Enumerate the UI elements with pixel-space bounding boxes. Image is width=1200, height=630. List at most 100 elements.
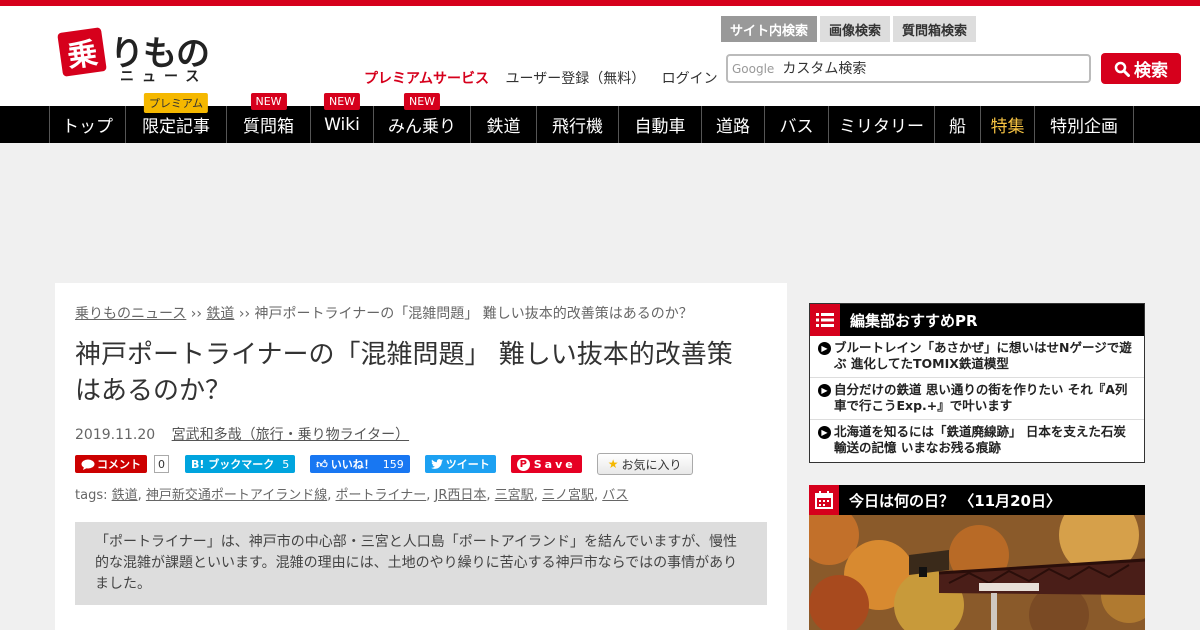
google-label: Google bbox=[732, 61, 775, 76]
nav-label: Wiki bbox=[324, 114, 360, 135]
social-buttons: コメント 0 B! ブックマーク 5 👍︎ いいね！ 159 ツイート P Sa… bbox=[75, 453, 693, 475]
tab-image-search[interactable]: 画像検索 bbox=[820, 16, 891, 42]
search-tabs: サイト内検索 画像検索 質問箱検索 bbox=[721, 16, 977, 42]
site-logo[interactable]: 乗 りもの ニュース bbox=[57, 26, 230, 86]
nav-item-road[interactable]: 道路 bbox=[701, 106, 764, 143]
nav-label: 飛行機 bbox=[552, 117, 603, 137]
pinterest-save-button[interactable]: P Save bbox=[510, 455, 582, 473]
breadcrumb-separator: ›› bbox=[238, 306, 251, 322]
user-register-link[interactable]: ユーザー登録（無料） bbox=[505, 71, 645, 87]
nav-label: ミリタリー bbox=[839, 117, 924, 137]
nav-item-bus[interactable]: バス bbox=[764, 106, 828, 143]
nav-item-airplane[interactable]: 飛行機 bbox=[536, 106, 618, 143]
hatena-count: 5 bbox=[282, 457, 290, 471]
article-meta: 2019.11.20 宮武和多哉（旅行・乗り物ライター） bbox=[75, 424, 409, 444]
search-button-label: 検索 bbox=[1134, 61, 1168, 81]
breadcrumb-home[interactable]: 乗りものニュース bbox=[75, 306, 186, 322]
ad-space bbox=[0, 143, 1200, 283]
nav-label: 船 bbox=[949, 117, 966, 137]
logo-subtext: ニュース bbox=[120, 69, 208, 85]
chevron-right-icon: ▶ bbox=[818, 426, 831, 439]
search-icon bbox=[1114, 61, 1130, 77]
main-nav: トップ プレミアム 限定記事 NEW 質問箱 NEW Wiki NEW みん乗り 鉄道 … bbox=[0, 93, 1200, 143]
nav-label: 限定記事 bbox=[142, 117, 210, 137]
article-date: 2019.11.20 bbox=[75, 427, 156, 443]
login-link[interactable]: ログイン bbox=[662, 71, 718, 87]
nav-label: トップ bbox=[62, 117, 113, 137]
search-button[interactable]: 検索 bbox=[1101, 53, 1181, 84]
nav-label: 道路 bbox=[716, 117, 750, 137]
breadcrumb-category[interactable]: 鉄道 bbox=[206, 306, 234, 322]
tag-link[interactable]: 三宮駅 bbox=[495, 488, 534, 503]
nav-label: みん乗り bbox=[388, 117, 456, 137]
article-lead: 「ポートライナー」は、神戸市の中心部・三宮と人口島「ポートアイランド」を結んでい… bbox=[75, 522, 767, 605]
nav-label: 鉄道 bbox=[486, 117, 521, 137]
nav-label: 特別企画 bbox=[1050, 117, 1118, 137]
tag-link[interactable]: 神戸新交通ポートアイランド線 bbox=[146, 488, 327, 503]
hatena-label: B! ブックマーク bbox=[191, 458, 275, 471]
speech-bubble-icon bbox=[81, 459, 95, 470]
tab-question-search[interactable]: 質問箱検索 bbox=[893, 16, 977, 42]
nav-label: 自動車 bbox=[634, 117, 686, 137]
fb-count: 159 bbox=[382, 457, 404, 471]
nav-item-special-project[interactable]: 特別企画 bbox=[1034, 106, 1134, 143]
recommend-item-text: 自分だけの鉄道 思い通りの街を作りたい それ『A列車で行こうExp.+』で叶いま… bbox=[834, 382, 1128, 413]
today-header: 今日は何の日？ 〈11月20日〉 bbox=[809, 485, 1145, 515]
search-box: Google bbox=[726, 54, 1091, 83]
comment-button[interactable]: コメント bbox=[75, 455, 147, 473]
nav-item-questions[interactable]: NEW 質問箱 bbox=[226, 93, 310, 143]
tag-link[interactable]: バス bbox=[602, 488, 628, 503]
nav-label: バス bbox=[779, 117, 814, 137]
list-icon bbox=[810, 304, 840, 336]
new-badge: NEW bbox=[323, 93, 361, 110]
twitter-bird-icon bbox=[430, 459, 443, 469]
header-links: プレミアムサービス ユーザー登録（無料） ログイン bbox=[364, 68, 730, 88]
nav-item-minnori[interactable]: NEW みん乗り bbox=[373, 93, 470, 143]
logo-kanji-mark: 乗 bbox=[57, 27, 107, 77]
calendar-icon bbox=[809, 485, 839, 515]
recommend-item-text: 北海道を知るには「鉄道廃線跡」 日本を支えた石炭輸送の記憶 いまなお残る痕跡 bbox=[834, 424, 1126, 455]
article-author[interactable]: 宮武和多哉（旅行・乗り物ライター） bbox=[172, 427, 409, 443]
nav-item-wiki[interactable]: NEW Wiki bbox=[310, 93, 373, 143]
article-title: 神戸ポートライナーの「混雑問題」 難しい抜本的改善策はあるのか？ bbox=[75, 340, 733, 406]
tag-link[interactable]: 鉄道 bbox=[112, 488, 138, 503]
hatena-bookmark-button[interactable]: B! ブックマーク 5 bbox=[185, 455, 296, 473]
nav-item-feature[interactable]: 特集 bbox=[980, 106, 1034, 143]
sidebar: 編集部おすすめPR ▶ ブルートレイン「あさかぜ」に想いはせNゲージで遊ぶ 進化… bbox=[809, 303, 1145, 463]
tag-link[interactable]: 三ノ宮駅 bbox=[542, 488, 594, 503]
site-header: 乗 りもの ニュース プレミアムサービス ユーザー登録（無料） ログイン サイト… bbox=[0, 6, 1200, 106]
chevron-right-icon: ▶ bbox=[818, 342, 831, 355]
nav-item-railway[interactable]: 鉄道 bbox=[470, 106, 536, 143]
nav-label: 質問箱 bbox=[243, 117, 294, 137]
favorite-button[interactable]: ★ お気に入り bbox=[596, 453, 693, 475]
recommend-header: 編集部おすすめPR bbox=[810, 304, 1144, 336]
breadcrumb: 乗りものニュース ›› 鉄道 ›› 神戸ポートライナーの「混雑問題」 難しい抜本… bbox=[75, 303, 693, 323]
tweet-label: ツイート bbox=[445, 458, 490, 471]
nav-item-car[interactable]: 自動車 bbox=[618, 106, 701, 143]
tag-link[interactable]: JR西日本 bbox=[435, 488, 487, 503]
recommend-box: 編集部おすすめPR ▶ ブルートレイン「あさかぜ」に想いはせNゲージで遊ぶ 進化… bbox=[809, 303, 1145, 463]
recommend-item[interactable]: ▶ 北海道を知るには「鉄道廃線跡」 日本を支えた石炭輸送の記憶 いまなお残る痕跡 bbox=[810, 420, 1144, 462]
recommend-item[interactable]: ▶ ブルートレイン「あさかぜ」に想いはせNゲージで遊ぶ 進化してたTOMIX鉄道… bbox=[810, 336, 1144, 378]
nav-item-top[interactable]: トップ bbox=[49, 106, 125, 143]
nav-item-military[interactable]: ミリタリー bbox=[828, 106, 934, 143]
search-input[interactable] bbox=[782, 60, 1053, 77]
today-photo[interactable] bbox=[809, 515, 1145, 630]
breadcrumb-current: 神戸ポートライナーの「混雑問題」 難しい抜本的改善策はあるのか？ bbox=[254, 306, 693, 322]
article-tags: tags: 鉄道, 神戸新交通ポートアイランド線, ポートライナー, JR西日本… bbox=[75, 488, 629, 503]
thumbs-up-icon: 👍︎ bbox=[316, 457, 328, 471]
tab-site-search[interactable]: サイト内検索 bbox=[721, 16, 818, 42]
nav-item-limited[interactable]: プレミアム 限定記事 bbox=[125, 93, 226, 143]
facebook-like-button[interactable]: 👍︎ いいね！ 159 bbox=[310, 455, 410, 473]
tweet-button[interactable]: ツイート bbox=[424, 455, 496, 473]
comment-label: コメント bbox=[97, 458, 141, 471]
new-badge: NEW bbox=[403, 93, 441, 110]
nav-item-ship[interactable]: 船 bbox=[934, 106, 980, 143]
article-main: 乗りものニュース ›› 鉄道 ›› 神戸ポートライナーの「混雑問題」 難しい抜本… bbox=[55, 283, 787, 630]
tags-label: tags: bbox=[75, 488, 108, 503]
premium-service-link[interactable]: プレミアムサービス bbox=[364, 71, 489, 87]
tag-link[interactable]: ポートライナー bbox=[336, 488, 427, 503]
recommend-item[interactable]: ▶ 自分だけの鉄道 思い通りの街を作りたい それ『A列車で行こうExp.+』で叶… bbox=[810, 378, 1144, 420]
recommend-item-text: ブルートレイン「あさかぜ」に想いはせNゲージで遊ぶ 進化してたTOMIX鉄道模型 bbox=[834, 340, 1132, 371]
new-badge: NEW bbox=[250, 93, 287, 110]
